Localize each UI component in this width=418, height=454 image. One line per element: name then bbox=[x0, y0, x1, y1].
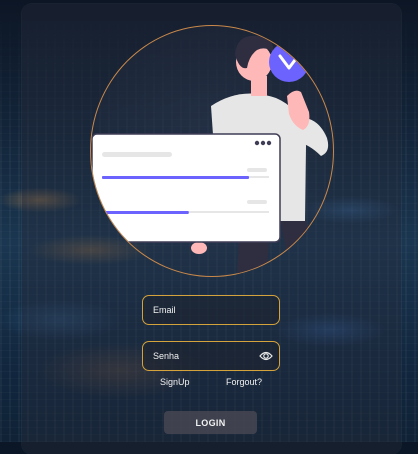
eye-icon[interactable] bbox=[259, 350, 273, 362]
signup-link[interactable]: SignUp bbox=[160, 377, 190, 387]
person-other-hand bbox=[191, 242, 207, 254]
badge-circle bbox=[269, 42, 309, 82]
hero-illustration bbox=[90, 25, 334, 277]
person-with-browser-illustration bbox=[91, 35, 329, 276]
menu-dots-icon bbox=[254, 140, 260, 146]
progress-bar-2 bbox=[102, 211, 189, 214]
email-field[interactable] bbox=[142, 295, 280, 325]
password-field[interactable] bbox=[142, 341, 280, 371]
login-button[interactable]: LOGIN bbox=[164, 411, 257, 434]
password-input[interactable] bbox=[153, 342, 253, 370]
auth-links: SignUp Forgout? bbox=[0, 377, 418, 391]
browser-window-card bbox=[91, 133, 281, 243]
forgot-password-link[interactable]: Forgout? bbox=[226, 377, 262, 387]
title-placeholder-line bbox=[102, 152, 172, 157]
progress-bar-1 bbox=[102, 176, 249, 179]
email-input[interactable] bbox=[153, 296, 253, 324]
